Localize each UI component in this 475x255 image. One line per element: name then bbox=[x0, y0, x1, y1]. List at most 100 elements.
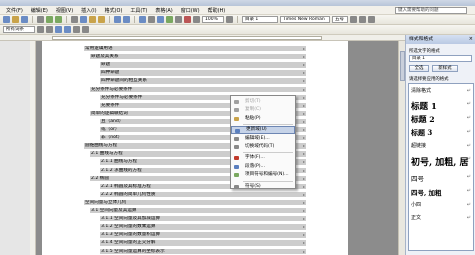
style-list-item[interactable]: 标题 3 bbox=[411, 128, 432, 138]
vertical-scrollbar[interactable] bbox=[398, 41, 405, 255]
menu-item-label: 更新域(U) bbox=[246, 127, 267, 133]
toc-entry[interactable]: 四种命题 bbox=[100, 70, 306, 76]
demote-icon[interactable] bbox=[46, 26, 53, 33]
expand-icon[interactable] bbox=[73, 26, 80, 33]
promote-icon[interactable] bbox=[37, 26, 44, 33]
paragraph-mark-icon: ↵ bbox=[466, 143, 471, 149]
toc-entry[interactable]: 命题及其关系 bbox=[90, 54, 306, 60]
menu-item[interactable]: 帮助(H) bbox=[204, 7, 230, 14]
menu-item[interactable]: 窗口(W) bbox=[177, 7, 204, 14]
style-list-item[interactable]: 初号, 加粗, 居 bbox=[411, 155, 469, 168]
underline-icon[interactable] bbox=[368, 16, 375, 23]
columns-icon[interactable] bbox=[175, 16, 182, 23]
context-menu-item[interactable]: 剪切(T) bbox=[231, 98, 295, 106]
style-list-item[interactable]: 标题 2 bbox=[411, 114, 435, 125]
toc-entry[interactable]: 命题 bbox=[100, 62, 306, 68]
toc-entry[interactable]: 充分条件与必要条件 bbox=[90, 86, 306, 92]
document-area[interactable]: 常用逻辑用语命题及其关系命题四种命题四种命题间的相互关系充分条件与必要条件充分条… bbox=[36, 41, 405, 255]
context-menu-item[interactable]: 复制(C) bbox=[231, 106, 295, 114]
cut-icon[interactable] bbox=[71, 16, 78, 23]
move-down-icon[interactable] bbox=[64, 26, 71, 33]
style-combo[interactable]: 目录 1 bbox=[242, 16, 278, 23]
menu-item-label: 切换域代码(T) bbox=[245, 144, 275, 149]
help-search-input[interactable]: 键入需要帮助的问题 bbox=[395, 7, 467, 14]
format-painter-icon[interactable] bbox=[98, 16, 105, 23]
hyperlink-icon[interactable] bbox=[139, 16, 146, 23]
select-all-button[interactable]: 全选 bbox=[409, 65, 429, 72]
undo-icon[interactable] bbox=[114, 16, 121, 23]
bold-icon[interactable] bbox=[350, 16, 357, 23]
style-list-item[interactable]: 四号 bbox=[411, 173, 424, 183]
context-menu-item[interactable]: 符号(S) bbox=[231, 183, 295, 191]
outline-toolbar: 所有词条 bbox=[0, 25, 475, 35]
context-menu-item[interactable]: 段落(P)... bbox=[231, 163, 295, 171]
toc-entry[interactable]: 3.1.1 空间向量及其加减运算 bbox=[100, 216, 306, 222]
document-page[interactable]: 常用逻辑用语命题及其关系命题四种命题四种命题间的相互关系充分条件与必要条件充分条… bbox=[42, 41, 348, 255]
toc-entry[interactable]: 空间向量与立体几何 bbox=[84, 199, 306, 206]
font-size-combo[interactable]: 五号 bbox=[332, 16, 348, 23]
show-hide-icon[interactable] bbox=[193, 16, 200, 23]
style-list-item[interactable]: 清除格式 bbox=[411, 87, 431, 94]
apply-format-label: 请选择要应用的格式 bbox=[409, 77, 449, 82]
view-level-combo[interactable]: 所有词条 bbox=[3, 26, 35, 33]
menu-item-label: 段落(P)... bbox=[245, 163, 265, 169]
spelling-icon[interactable] bbox=[55, 16, 62, 23]
close-icon[interactable]: × bbox=[469, 35, 473, 44]
style-list-item[interactable]: 正文 bbox=[411, 214, 421, 221]
context-menu-item[interactable]: 项目符号和编号(N)... bbox=[231, 171, 295, 179]
toc-entry[interactable]: 常用逻辑用语 bbox=[84, 46, 306, 52]
toc-entry[interactable]: 3.1.2 空间向量的数乘运算 bbox=[100, 224, 306, 230]
open-folder-icon[interactable] bbox=[12, 16, 19, 23]
new-document-icon[interactable] bbox=[3, 16, 10, 23]
copy-icon[interactable] bbox=[80, 16, 87, 23]
toc-entry[interactable]: 3.1 空间向量及其运算 bbox=[90, 208, 306, 214]
menu-item[interactable]: 格式(O) bbox=[101, 7, 127, 14]
style-list-item[interactable]: 四号, 加粗 bbox=[411, 187, 442, 197]
tables-borders-icon[interactable] bbox=[148, 16, 155, 23]
context-menu-item[interactable]: 切换域代码(T) bbox=[231, 143, 295, 151]
context-menu-item[interactable]: 粘贴(P) bbox=[231, 115, 295, 123]
toc-entry[interactable]: 2.2.2 椭圆的简单几何性质 bbox=[100, 191, 306, 198]
context-menu-item[interactable]: 编辑域(E)... bbox=[231, 135, 295, 143]
collapse-icon[interactable] bbox=[82, 26, 89, 33]
menu-item-label: 编辑域(E)... bbox=[245, 135, 270, 141]
move-up-icon[interactable] bbox=[55, 26, 62, 33]
menu-separator bbox=[243, 180, 293, 182]
context-menu-item[interactable]: 更新域(U) bbox=[231, 126, 295, 135]
menu-item[interactable]: 插入(I) bbox=[77, 7, 100, 14]
menu-item-icon bbox=[234, 173, 239, 178]
style-list-item[interactable]: 小四 bbox=[411, 201, 421, 208]
menu-item[interactable]: 视图(V) bbox=[52, 7, 77, 14]
drawing-icon[interactable] bbox=[184, 16, 191, 23]
new-style-button[interactable]: 新样式 bbox=[432, 65, 458, 72]
ruler-text-area bbox=[52, 36, 322, 40]
menu-item-icon bbox=[234, 116, 239, 121]
menu-item[interactable]: 编辑(E) bbox=[27, 7, 52, 14]
style-list-item[interactable]: 超链接 bbox=[411, 142, 426, 149]
menu-item-icon bbox=[234, 100, 239, 104]
insert-table-icon[interactable] bbox=[157, 16, 164, 23]
italic-icon[interactable] bbox=[359, 16, 366, 23]
toc-entry[interactable]: 四种命题间的相互关系 bbox=[100, 78, 306, 84]
font-combo[interactable]: Times New Roman bbox=[280, 16, 330, 23]
print-preview-icon[interactable] bbox=[46, 16, 53, 23]
print-icon[interactable] bbox=[37, 16, 44, 23]
toc-entry[interactable]: 3.1.3 空间向量的数量积运算 bbox=[100, 232, 306, 238]
redo-icon[interactable] bbox=[123, 16, 130, 23]
zoom-combo[interactable]: 100% bbox=[202, 16, 224, 23]
menu-item[interactable]: 文件(F) bbox=[2, 7, 27, 14]
insert-excel-icon[interactable] bbox=[166, 16, 173, 23]
menu-item[interactable]: 表格(A) bbox=[151, 7, 176, 14]
toc-entry[interactable]: 3.1.5 空间向量运算的坐标表示 bbox=[100, 248, 306, 254]
save-icon[interactable] bbox=[21, 16, 28, 23]
current-format-field[interactable]: 目录 1 bbox=[409, 55, 472, 62]
paragraph-mark-icon: ↵ bbox=[466, 88, 471, 94]
help-icon[interactable] bbox=[226, 16, 233, 23]
menu-item[interactable]: 工具(T) bbox=[126, 7, 151, 14]
paste-icon[interactable] bbox=[89, 16, 96, 23]
menu-separator bbox=[243, 152, 293, 154]
menu-separator bbox=[243, 124, 293, 126]
style-list-item[interactable]: 标题 1 bbox=[411, 100, 437, 112]
context-menu-item[interactable]: 字体(F)... bbox=[231, 154, 295, 162]
toc-entry[interactable]: 3.1.4 空间向量的正交分解 bbox=[100, 240, 306, 246]
